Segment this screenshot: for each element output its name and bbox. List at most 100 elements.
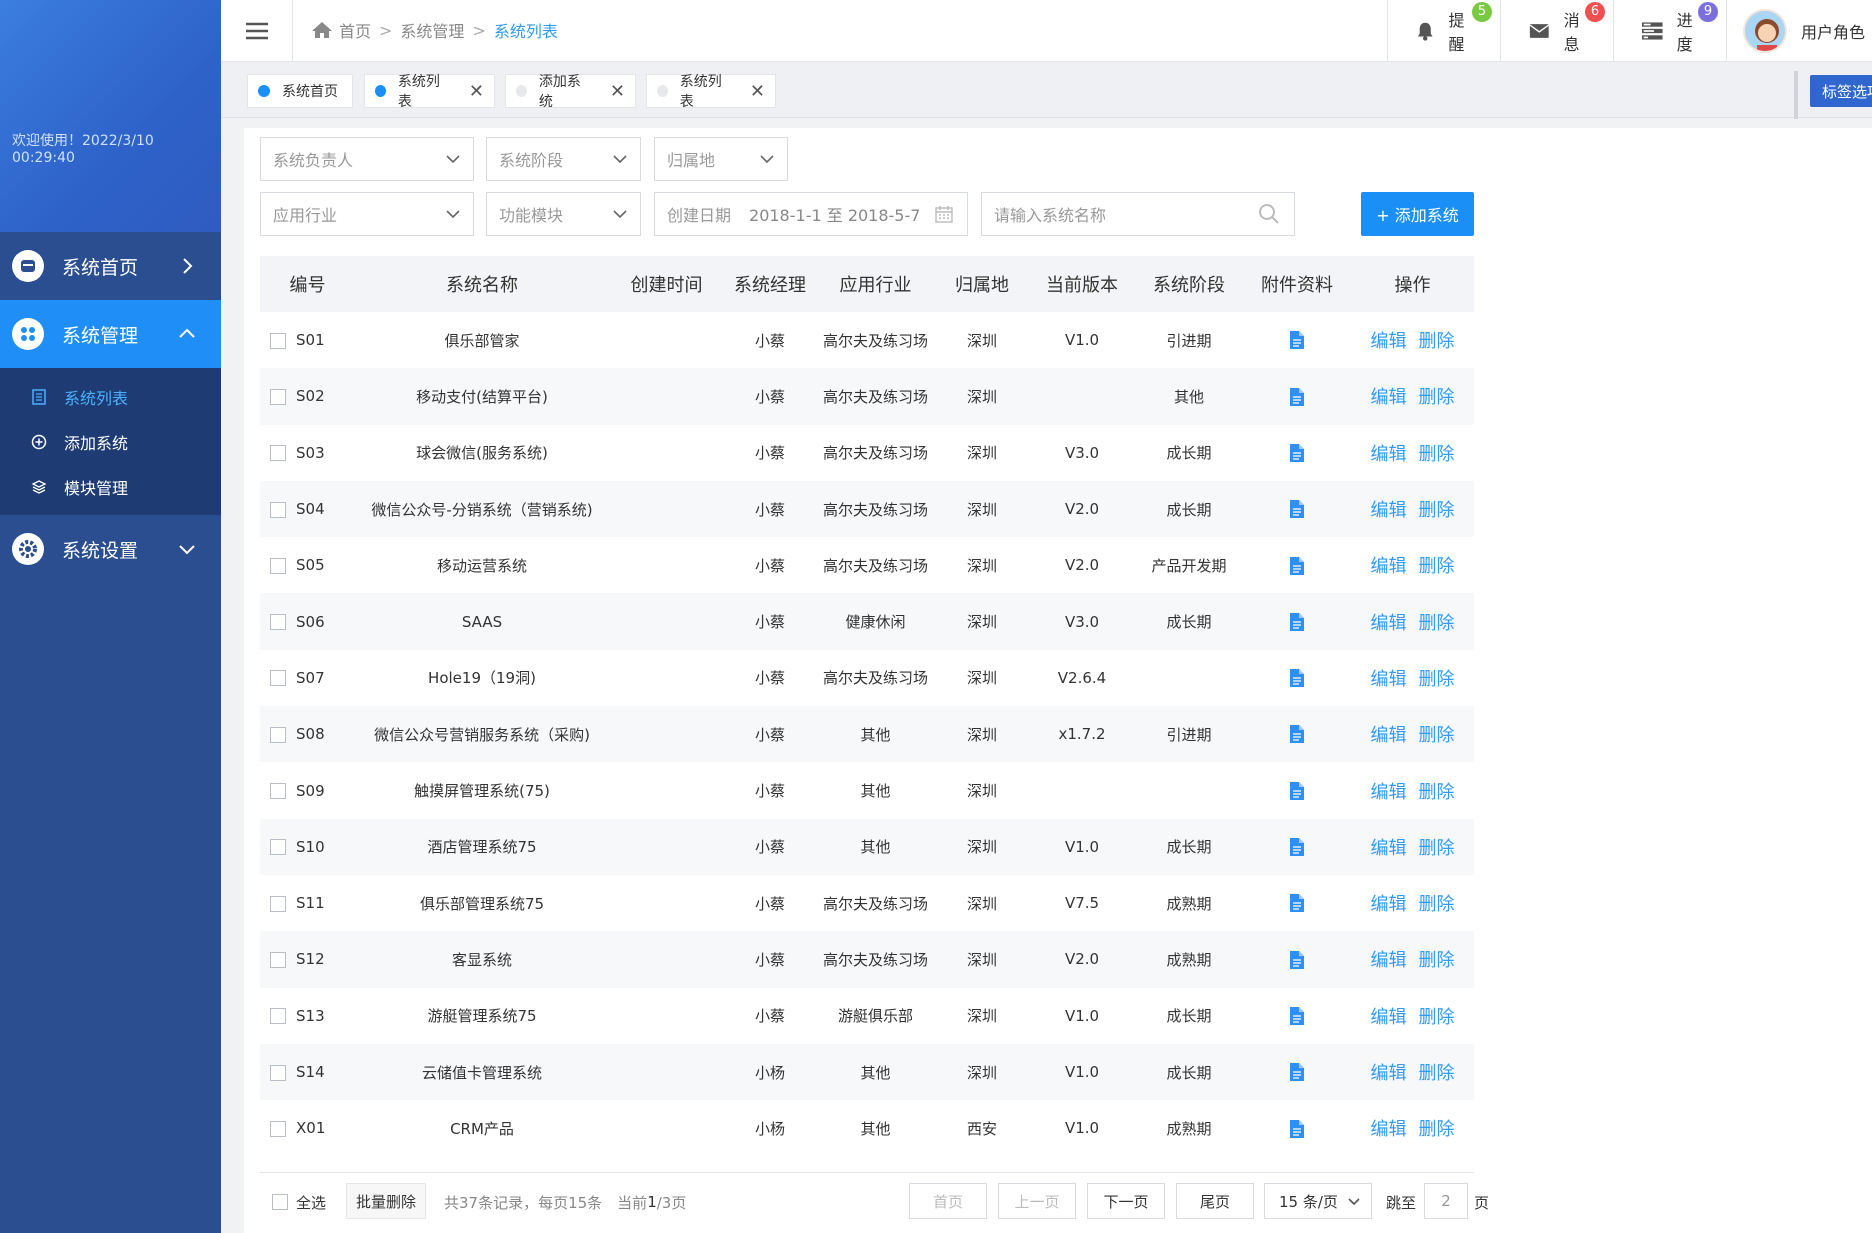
delete-link[interactable]: 删除: [1419, 613, 1455, 634]
row-checkbox[interactable]: [270, 1120, 286, 1137]
tab-system-list-2[interactable]: 系统列表 ✕: [646, 74, 776, 110]
attachment-document-icon[interactable]: [1290, 331, 1304, 350]
user-menu[interactable]: 用户角色: [1726, 0, 1872, 62]
date-range-picker[interactable]: 创建日期 2018-1-1 至 2018-5-7: [654, 192, 968, 236]
breadcrumb-home[interactable]: 首页: [339, 18, 371, 42]
attachment-document-icon[interactable]: [1290, 781, 1304, 800]
edit-link[interactable]: 编辑: [1371, 838, 1407, 859]
last-page-button[interactable]: 尾页: [1176, 1183, 1254, 1219]
edit-link[interactable]: 编辑: [1371, 500, 1407, 521]
row-checkbox[interactable]: [270, 501, 286, 518]
attachment-document-icon[interactable]: [1290, 1006, 1304, 1025]
delete-link[interactable]: 删除: [1419, 1007, 1455, 1028]
tab-system-list[interactable]: 系统列表 ✕: [364, 74, 495, 110]
close-icon[interactable]: ✕: [750, 81, 765, 102]
prev-page-button[interactable]: 上一页: [998, 1183, 1076, 1219]
delete-link[interactable]: 删除: [1419, 669, 1455, 690]
search-input[interactable]: 请输入系统名称: [981, 192, 1295, 236]
row-checkbox[interactable]: [270, 726, 286, 743]
row-checkbox[interactable]: [270, 1064, 286, 1081]
delete-link[interactable]: 删除: [1419, 387, 1455, 408]
first-page-button[interactable]: 首页: [909, 1183, 987, 1219]
delete-link[interactable]: 删除: [1419, 556, 1455, 577]
tab-add-system[interactable]: 添加系统 ✕: [505, 74, 636, 110]
add-system-button[interactable]: + 添加系统: [1361, 192, 1474, 236]
attachment-document-icon[interactable]: [1290, 1119, 1304, 1138]
edit-link[interactable]: 编辑: [1371, 1007, 1407, 1028]
jump-page-input[interactable]: 2: [1424, 1183, 1468, 1219]
row-checkbox[interactable]: [270, 1008, 286, 1025]
select-all-checkbox[interactable]: [272, 1194, 288, 1210]
sub-item-add-system[interactable]: 添加系统: [0, 419, 221, 464]
attachment-document-icon[interactable]: [1290, 500, 1304, 519]
next-page-button[interactable]: 下一页: [1087, 1183, 1165, 1219]
sub-item-system-list[interactable]: 系统列表: [0, 374, 221, 419]
attachment-document-icon[interactable]: [1290, 443, 1304, 462]
edit-link[interactable]: 编辑: [1371, 725, 1407, 746]
attachment-document-icon[interactable]: [1290, 894, 1304, 913]
attachment-document-icon[interactable]: [1290, 838, 1304, 857]
delete-link[interactable]: 删除: [1419, 838, 1455, 859]
delete-link[interactable]: 删除: [1419, 1119, 1455, 1140]
row-checkbox[interactable]: [270, 614, 286, 631]
delete-link[interactable]: 删除: [1419, 725, 1455, 746]
row-checkbox[interactable]: [270, 839, 286, 856]
sidebar-item-system-settings[interactable]: 系统设置: [0, 515, 221, 583]
delete-link[interactable]: 删除: [1419, 331, 1455, 352]
row-checkbox[interactable]: [270, 783, 286, 800]
stage-select[interactable]: 系统阶段: [486, 137, 641, 181]
row-checkbox[interactable]: [270, 445, 286, 462]
row-checkbox[interactable]: [270, 332, 286, 349]
industry-select[interactable]: 应用行业: [260, 192, 474, 236]
edit-link[interactable]: 编辑: [1371, 444, 1407, 465]
attachment-document-icon[interactable]: [1290, 725, 1304, 744]
delete-link[interactable]: 删除: [1419, 950, 1455, 971]
edit-link[interactable]: 编辑: [1371, 894, 1407, 915]
attachment-document-icon[interactable]: [1290, 950, 1304, 969]
delete-link[interactable]: 删除: [1419, 782, 1455, 803]
row-checkbox[interactable]: [270, 557, 286, 574]
sub-item-module-management[interactable]: 模块管理: [0, 464, 221, 509]
page-size-select[interactable]: 15 条/页: [1264, 1183, 1372, 1219]
tag-options-button[interactable]: 标签选项: [1810, 75, 1872, 107]
edit-link[interactable]: 编辑: [1371, 1063, 1407, 1084]
search-icon[interactable]: [1258, 203, 1280, 225]
delete-link[interactable]: 删除: [1419, 894, 1455, 915]
close-icon[interactable]: ✕: [610, 81, 625, 102]
edit-link[interactable]: 编辑: [1371, 556, 1407, 577]
edit-link[interactable]: 编辑: [1371, 331, 1407, 352]
row-checkbox[interactable]: [270, 895, 286, 912]
row-id: S13: [296, 1006, 325, 1025]
message-button[interactable]: 消息 6: [1500, 0, 1613, 62]
attachment-document-icon[interactable]: [1290, 556, 1304, 575]
row-checkbox[interactable]: [270, 388, 286, 405]
tab-system-home[interactable]: 系统首页: [247, 74, 353, 108]
attachment-document-icon[interactable]: [1290, 387, 1304, 406]
delete-link[interactable]: 删除: [1419, 1063, 1455, 1084]
menu-toggle-button[interactable]: [221, 0, 293, 62]
sidebar-item-system-management[interactable]: 系统管理: [0, 300, 221, 368]
close-icon[interactable]: ✕: [469, 81, 484, 102]
edit-link[interactable]: 编辑: [1371, 782, 1407, 803]
attachment-document-icon[interactable]: [1290, 612, 1304, 631]
breadcrumb-system-management[interactable]: 系统管理: [400, 18, 464, 42]
edit-link[interactable]: 编辑: [1371, 1119, 1407, 1140]
owner-select[interactable]: 系统负责人: [260, 137, 474, 181]
select-all[interactable]: 全选: [272, 1185, 326, 1219]
sidebar-item-home[interactable]: 系统首页: [0, 232, 221, 300]
delete-link[interactable]: 删除: [1419, 500, 1455, 521]
progress-button[interactable]: 进度 9: [1613, 0, 1726, 62]
edit-link[interactable]: 编辑: [1371, 613, 1407, 634]
attachment-document-icon[interactable]: [1290, 669, 1304, 688]
attachment-document-icon[interactable]: [1290, 1063, 1304, 1082]
row-checkbox[interactable]: [270, 951, 286, 968]
module-select[interactable]: 功能模块: [486, 192, 641, 236]
edit-link[interactable]: 编辑: [1371, 669, 1407, 690]
edit-link[interactable]: 编辑: [1371, 950, 1407, 971]
location-select[interactable]: 归属地: [654, 137, 788, 181]
batch-delete-button[interactable]: 批量删除: [346, 1183, 426, 1219]
row-checkbox[interactable]: [270, 670, 286, 687]
delete-link[interactable]: 删除: [1419, 444, 1455, 465]
remind-button[interactable]: 提醒 5: [1387, 0, 1500, 62]
edit-link[interactable]: 编辑: [1371, 387, 1407, 408]
